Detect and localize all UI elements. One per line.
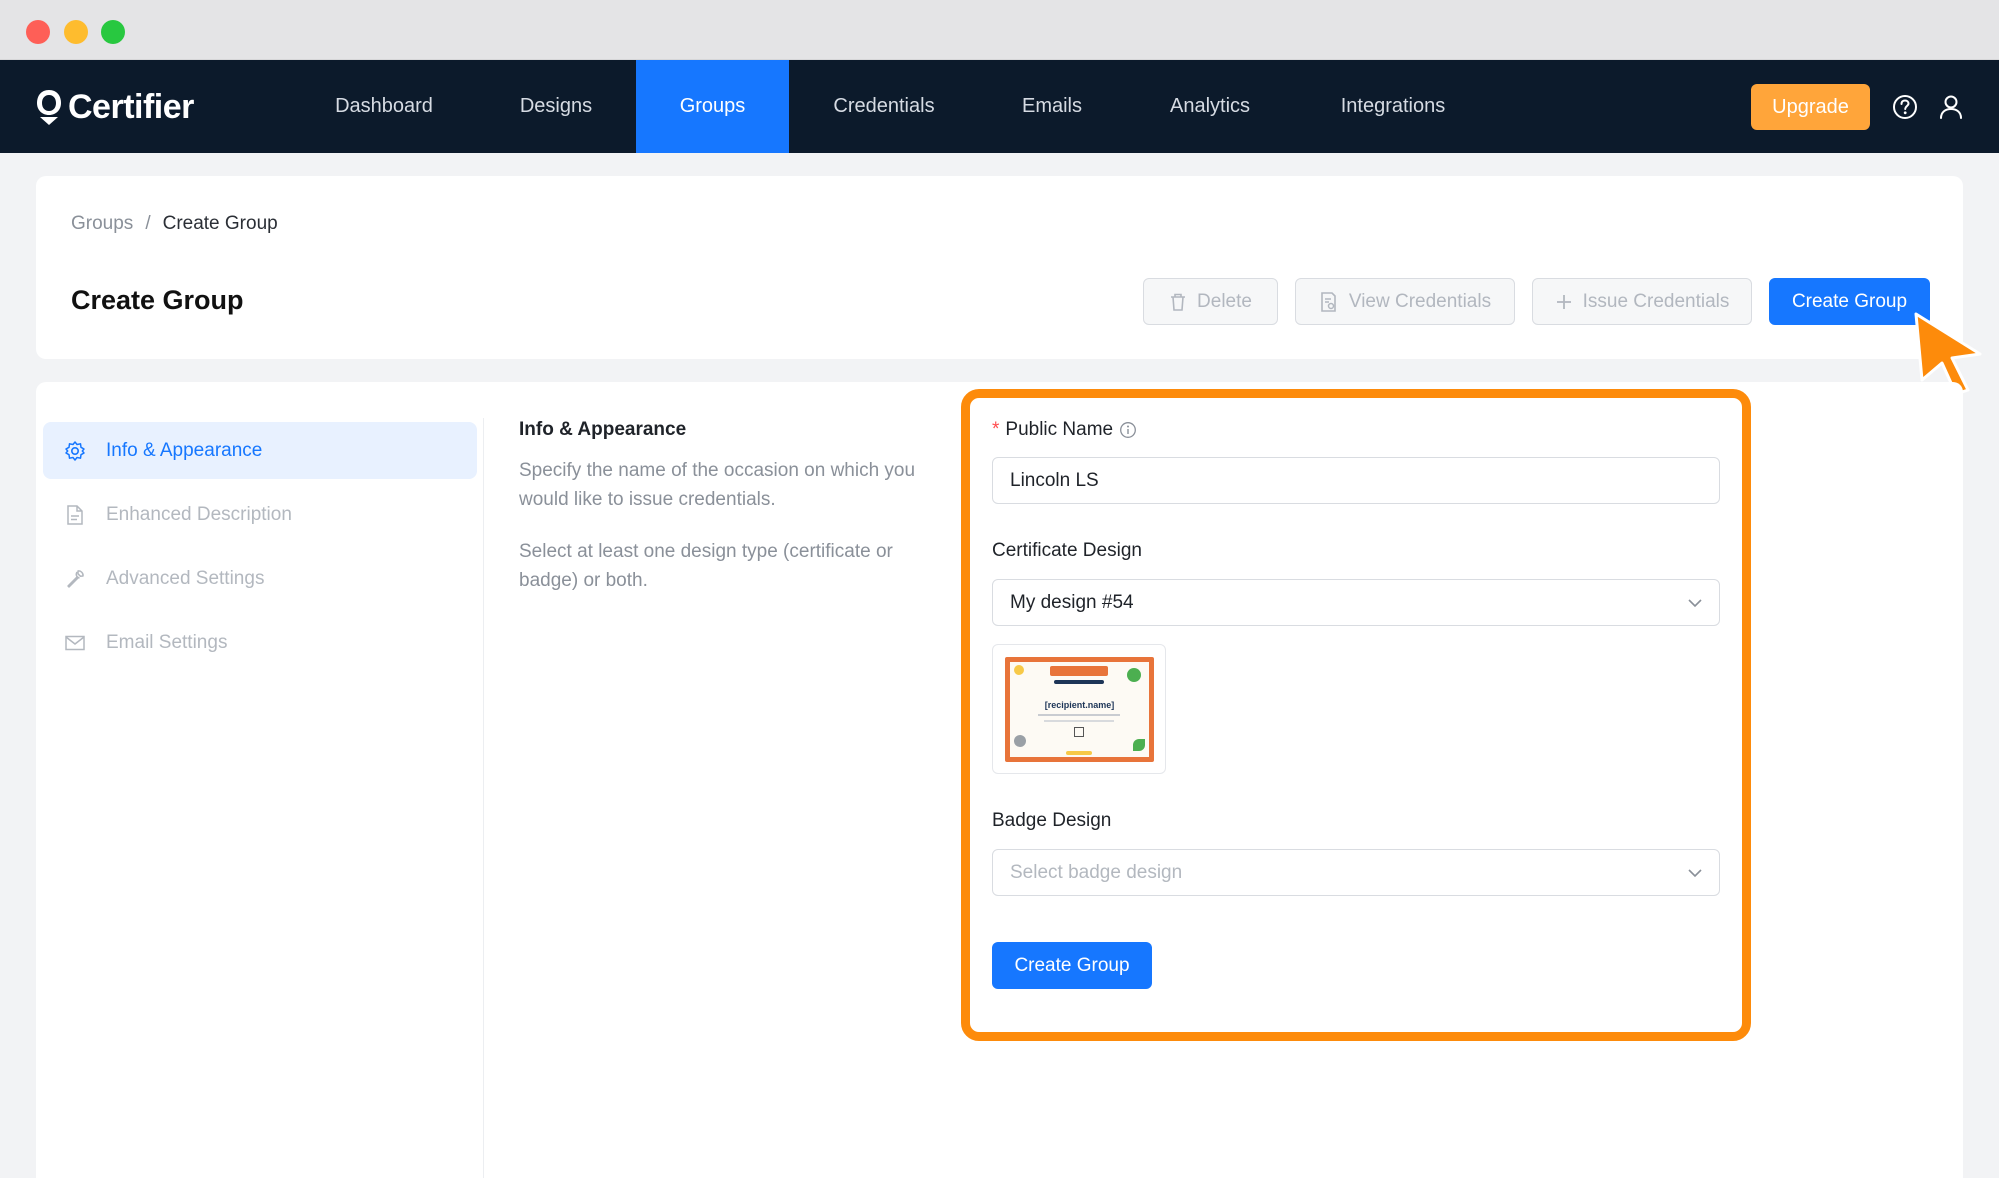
brand-logo[interactable]: Certifier bbox=[34, 84, 194, 130]
certificate-design-select[interactable]: My design #54 bbox=[992, 579, 1720, 626]
nav-item-emails[interactable]: Emails bbox=[1012, 60, 1092, 153]
sidebar-divider bbox=[483, 418, 484, 1178]
user-icon[interactable] bbox=[1937, 93, 1965, 121]
view-credentials-button[interactable]: View Credentials bbox=[1295, 278, 1515, 325]
gear-icon bbox=[65, 440, 85, 461]
nav-item-analytics[interactable]: Analytics bbox=[1160, 60, 1260, 153]
certificate-preview-image: [recipient.name] bbox=[1005, 657, 1154, 762]
document-search-icon bbox=[1321, 291, 1336, 312]
nav-item-groups[interactable]: Groups bbox=[636, 60, 789, 153]
certificate-design-label: Certificate Design bbox=[992, 540, 1142, 561]
form-create-group-button[interactable]: Create Group bbox=[992, 942, 1152, 989]
breadcrumb-groups[interactable]: Groups bbox=[71, 213, 133, 235]
sidebar-item-advanced-settings[interactable]: Advanced Settings bbox=[43, 550, 477, 607]
document-icon bbox=[67, 504, 83, 525]
issue-credentials-button[interactable]: Issue Credentials bbox=[1532, 278, 1752, 325]
section-description: Specify the name of the occasion on whic… bbox=[519, 460, 916, 510]
sidebar-item-enhanced-description[interactable]: Enhanced Description bbox=[43, 486, 477, 543]
certificate-design-value: My design #54 bbox=[1010, 591, 1134, 613]
badge-design-label: Badge Design bbox=[992, 810, 1112, 831]
public-name-value: Lincoln LS bbox=[1010, 469, 1099, 491]
info-icon[interactable] bbox=[1119, 421, 1137, 439]
trash-icon bbox=[1171, 293, 1186, 311]
view-credentials-label: View Credentials bbox=[1348, 290, 1492, 312]
nav-item-designs[interactable]: Designs bbox=[502, 60, 610, 153]
breadcrumb: Groups / Create Group bbox=[71, 213, 278, 235]
chevron-down-icon bbox=[1688, 869, 1702, 878]
plus-icon bbox=[1556, 294, 1571, 309]
top-navbar: Certifier Dashboard Designs Groups Crede… bbox=[0, 60, 1999, 153]
nav-item-dashboard[interactable]: Dashboard bbox=[318, 60, 450, 153]
certificate-preview-text: [recipient.name] bbox=[1044, 700, 1115, 710]
public-name-input[interactable]: Lincoln LS bbox=[992, 457, 1720, 504]
public-name-label-text: Public Name bbox=[1005, 419, 1114, 440]
public-name-label: * Public Name bbox=[992, 419, 1137, 441]
sidebar-item-email-settings[interactable]: Email Settings bbox=[43, 614, 477, 671]
section-hint: Select at least one design type (certifi… bbox=[519, 541, 893, 591]
delete-label: Delete bbox=[1197, 290, 1252, 312]
sidebar-item-label: Info & Appearance bbox=[106, 439, 263, 461]
mail-icon bbox=[65, 635, 85, 650]
window-maximize-button[interactable] bbox=[101, 20, 125, 44]
breadcrumb-separator: / bbox=[145, 213, 151, 234]
brand-name: Certifier bbox=[68, 87, 194, 126]
badge-design-placeholder: Select badge design bbox=[1010, 861, 1183, 883]
certifier-logo-icon bbox=[37, 90, 61, 125]
section-title: Info & Appearance bbox=[519, 419, 687, 440]
certificate-preview-thumbnail[interactable]: [recipient.name] bbox=[992, 644, 1166, 774]
wrench-icon bbox=[67, 569, 84, 588]
chevron-down-icon bbox=[1688, 599, 1702, 608]
sidebar-item-label: Email Settings bbox=[106, 631, 228, 653]
nav-item-integrations[interactable]: Integrations bbox=[1330, 60, 1456, 153]
sidebar-item-label: Enhanced Description bbox=[106, 503, 292, 525]
page-title: Create Group bbox=[71, 285, 244, 315]
sidebar-item-info-appearance[interactable]: Info & Appearance bbox=[43, 422, 477, 479]
required-mark: * bbox=[992, 419, 1000, 440]
issue-credentials-label: Issue Credentials bbox=[1582, 290, 1730, 312]
breadcrumb-current: Create Group bbox=[162, 213, 278, 234]
header-create-group-button[interactable]: Create Group bbox=[1769, 278, 1930, 325]
help-icon[interactable] bbox=[1891, 93, 1919, 121]
window-titlebar bbox=[0, 0, 1999, 60]
header-card bbox=[36, 176, 1963, 359]
nav-item-credentials[interactable]: Credentials bbox=[818, 60, 950, 153]
upgrade-button[interactable]: Upgrade bbox=[1751, 84, 1870, 130]
window-minimize-button[interactable] bbox=[64, 20, 88, 44]
delete-button[interactable]: Delete bbox=[1143, 278, 1278, 325]
window-close-button[interactable] bbox=[26, 20, 50, 44]
badge-design-select[interactable]: Select badge design bbox=[992, 849, 1720, 896]
sidebar-item-label: Advanced Settings bbox=[106, 567, 265, 589]
